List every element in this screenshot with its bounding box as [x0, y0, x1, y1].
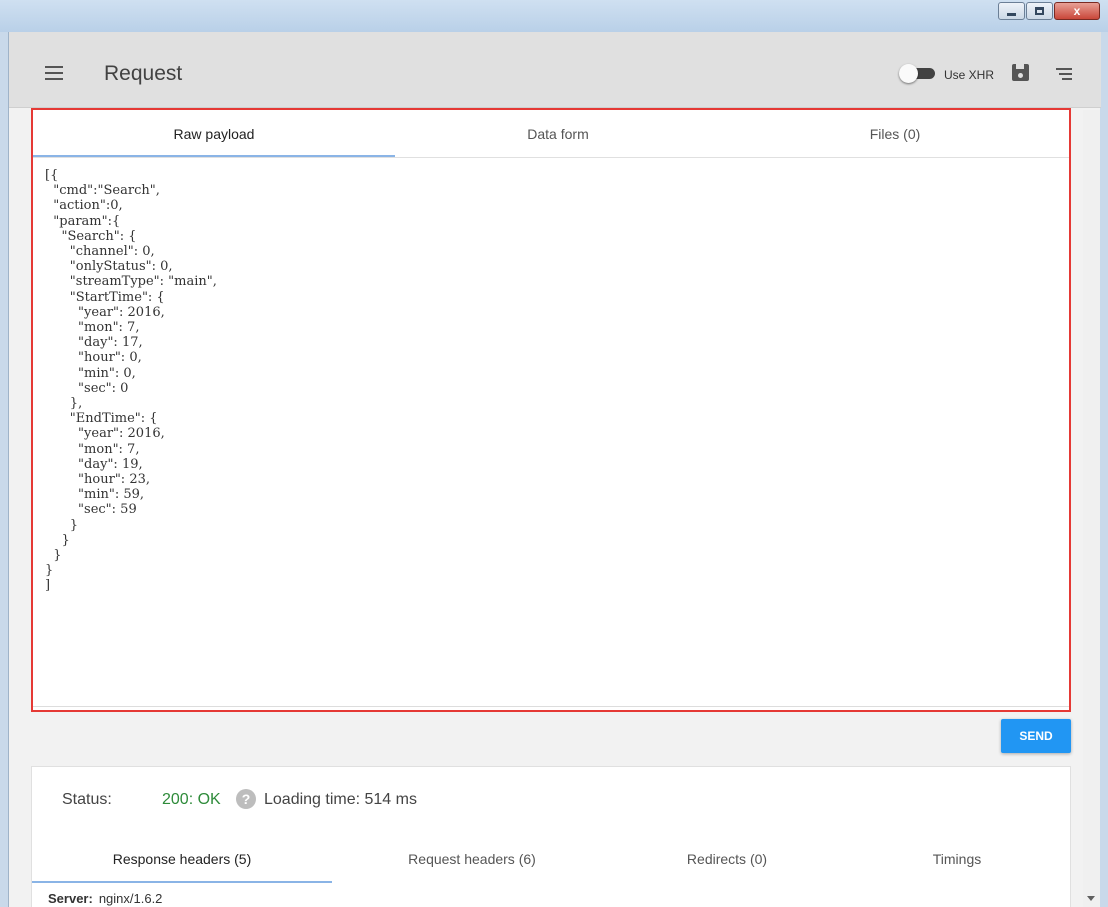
payload-line: ] [45, 578, 51, 594]
payload-line: "Search": { [45, 228, 137, 244]
app-window: Request Use XHR Raw payload Data form Fi… [8, 32, 1101, 907]
payload-line: "hour": 0, [45, 350, 142, 366]
tab-timings[interactable]: Timings [842, 839, 1072, 879]
maximize-button[interactable] [1026, 2, 1053, 20]
toggle-thumb [899, 64, 918, 83]
response-panel: Status: 200: OK ? Loading time: 514 ms R… [31, 766, 1071, 907]
maximize-icon [1027, 3, 1052, 19]
payload-line: } [45, 532, 70, 548]
payload-line: "EndTime": { [45, 411, 158, 427]
payload-line: "onlyStatus": 0, [45, 259, 173, 275]
payload-line: "day": 19, [45, 456, 143, 472]
payload-line: "min": 59, [45, 487, 145, 503]
payload-line: "min": 0, [45, 365, 136, 381]
payload-line: "action":0, [45, 198, 123, 214]
sort-icon[interactable] [1056, 68, 1072, 80]
window-controls: x [997, 2, 1100, 20]
tab-redirects[interactable]: Redirects (0) [612, 839, 842, 879]
payload-line: "year": 2016, [45, 426, 165, 442]
window-titlebar: x [0, 0, 1108, 32]
vertical-scrollbar[interactable] [1083, 110, 1100, 907]
use-xhr-toggle[interactable] [899, 64, 935, 83]
status-value: 200: OK [162, 791, 221, 808]
payload-line: "year": 2016, [45, 304, 165, 320]
payload-line: "sec": 0 [45, 380, 129, 396]
tab-request-headers[interactable]: Request headers (6) [332, 839, 612, 879]
payload-line: "param":{ [45, 213, 121, 229]
request-tabs: Raw payload Data form Files (0) [33, 110, 1069, 158]
editor-divider [33, 706, 1069, 707]
payload-line: "mon": 7, [45, 441, 140, 457]
loading-time: Loading time: 514 ms [264, 791, 417, 808]
use-xhr-label: Use XHR [944, 68, 995, 82]
payload-line: "mon": 7, [45, 320, 140, 336]
send-button[interactable]: SEND [1001, 719, 1071, 753]
payload-line: } [45, 563, 54, 579]
minimize-icon [999, 3, 1024, 19]
response-header-row: Server: nginx/1.6.2 [48, 891, 162, 906]
payload-line: "sec": 59 [45, 502, 137, 518]
hamburger-menu-icon[interactable] [45, 66, 63, 80]
payload-line: "hour": 23, [45, 472, 150, 488]
payload-line: } [45, 548, 62, 564]
active-response-tab-indicator [32, 881, 332, 883]
status-label: Status: [62, 791, 112, 808]
close-icon: x [1073, 4, 1081, 18]
payload-line: }, [45, 396, 83, 412]
header-value: nginx/1.6.2 [98, 891, 163, 906]
help-icon[interactable]: ? [236, 789, 256, 809]
close-button[interactable]: x [1054, 2, 1100, 20]
payload-line: "day": 17, [45, 335, 143, 351]
scroll-down-arrow-icon[interactable] [1087, 896, 1095, 901]
minimize-button[interactable] [998, 2, 1025, 20]
tab-raw-payload[interactable]: Raw payload [33, 110, 395, 157]
request-editor-panel: Raw payload Data form Files (0) [{ "cmd"… [31, 108, 1071, 712]
header-name: Server: [48, 891, 93, 906]
active-tab-indicator [33, 155, 395, 157]
app-header: Request Use XHR [9, 32, 1101, 108]
tab-response-headers[interactable]: Response headers (5) [32, 839, 332, 879]
payload-line: "cmd":"Search", [45, 183, 160, 199]
response-tabs: Response headers (5) Request headers (6)… [32, 839, 1072, 883]
payload-line: "streamType": "main", [45, 274, 217, 290]
payload-line: "StartTime": { [45, 289, 165, 305]
raw-payload-editor[interactable]: [{ "cmd":"Search", "action":0, "param":{… [45, 168, 1055, 698]
page-title: Request [104, 62, 183, 85]
tab-files[interactable]: Files (0) [721, 110, 1069, 157]
save-icon[interactable] [1012, 64, 1029, 81]
payload-line: [{ [45, 168, 59, 183]
payload-line: "channel": 0, [45, 244, 155, 260]
tab-data-form[interactable]: Data form [395, 110, 721, 157]
payload-line: } [45, 517, 79, 533]
